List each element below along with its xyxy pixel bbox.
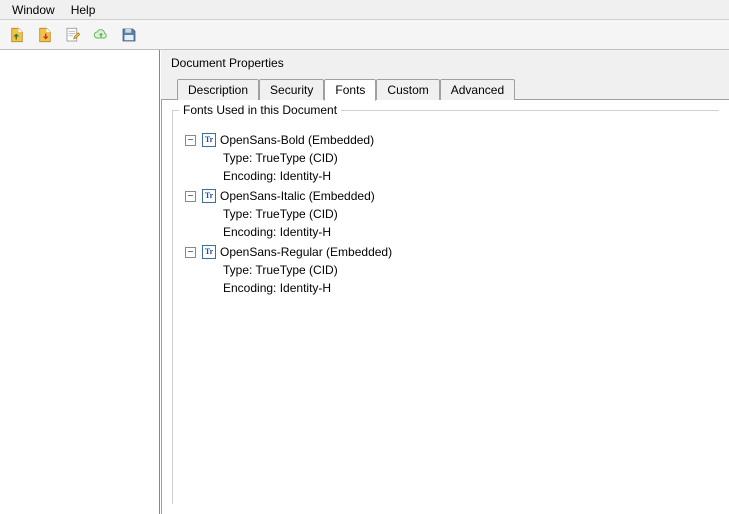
- font-row[interactable]: − Tr OpenSans-Bold (Embedded): [185, 131, 711, 149]
- groupbox-title: Fonts Used in this Document: [179, 103, 341, 117]
- font-details: Type: TrueType (CID) Encoding: Identity-…: [223, 205, 711, 241]
- font-details: Type: TrueType (CID) Encoding: Identity-…: [223, 261, 711, 297]
- tab-description[interactable]: Description: [177, 79, 259, 100]
- toolbar-button-5[interactable]: [116, 23, 142, 47]
- toolbar-button-4[interactable]: [88, 23, 114, 47]
- tabstrip: Description Security Fonts Custom Advanc…: [161, 78, 729, 100]
- document-properties-dialog: Document Properties Description Security…: [160, 50, 729, 514]
- font-type-row: Type: TrueType (CID): [223, 261, 711, 279]
- tree-expander-icon[interactable]: −: [185, 247, 196, 258]
- file-red-arrow-icon: [36, 26, 54, 44]
- left-document-pane: [0, 50, 160, 514]
- font-entry: − Tr OpenSans-Italic (Embedded) Type: Tr…: [185, 187, 711, 241]
- save-icon: [120, 26, 138, 44]
- menu-help[interactable]: Help: [63, 1, 104, 19]
- font-name: OpenSans-Regular (Embedded): [220, 243, 392, 261]
- tab-advanced[interactable]: Advanced: [440, 79, 515, 100]
- toolbar-button-3[interactable]: [60, 23, 86, 47]
- fonts-tree: − Tr OpenSans-Bold (Embedded) Type: True…: [181, 123, 711, 297]
- font-type-row: Type: TrueType (CID): [223, 149, 711, 167]
- tab-custom[interactable]: Custom: [376, 79, 439, 100]
- font-row[interactable]: − Tr OpenSans-Regular (Embedded): [185, 243, 711, 261]
- toolbar-button-2[interactable]: [32, 23, 58, 47]
- font-details: Type: TrueType (CID) Encoding: Identity-…: [223, 149, 711, 185]
- main-area: Document Properties Description Security…: [0, 50, 729, 514]
- fonts-groupbox: Fonts Used in this Document − Tr OpenSan…: [172, 110, 719, 504]
- font-encoding-row: Encoding: Identity-H: [223, 223, 711, 241]
- font-name: OpenSans-Italic (Embedded): [220, 187, 375, 205]
- font-row[interactable]: − Tr OpenSans-Italic (Embedded): [185, 187, 711, 205]
- font-entry: − Tr OpenSans-Bold (Embedded) Type: True…: [185, 131, 711, 185]
- font-icon: Tr: [202, 245, 216, 259]
- font-icon: Tr: [202, 189, 216, 203]
- tree-expander-icon[interactable]: −: [185, 135, 196, 146]
- toolbar: [0, 20, 729, 50]
- file-arrow-icon: [8, 26, 26, 44]
- dialog-title: Document Properties: [161, 50, 729, 78]
- menubar: Window Help: [0, 0, 729, 20]
- toolbar-button-1[interactable]: [4, 23, 30, 47]
- font-name: OpenSans-Bold (Embedded): [220, 131, 374, 149]
- tab-security[interactable]: Security: [259, 79, 324, 100]
- menu-window[interactable]: Window: [4, 1, 63, 19]
- tab-panel-fonts: Fonts Used in this Document − Tr OpenSan…: [161, 100, 729, 514]
- font-encoding-row: Encoding: Identity-H: [223, 167, 711, 185]
- font-entry: − Tr OpenSans-Regular (Embedded) Type: T…: [185, 243, 711, 297]
- page-pencil-icon: [64, 26, 82, 44]
- font-encoding-row: Encoding: Identity-H: [223, 279, 711, 297]
- font-type-row: Type: TrueType (CID): [223, 205, 711, 223]
- tab-fonts[interactable]: Fonts: [324, 79, 376, 101]
- tree-expander-icon[interactable]: −: [185, 191, 196, 202]
- cloud-upload-icon: [92, 26, 110, 44]
- font-icon: Tr: [202, 133, 216, 147]
